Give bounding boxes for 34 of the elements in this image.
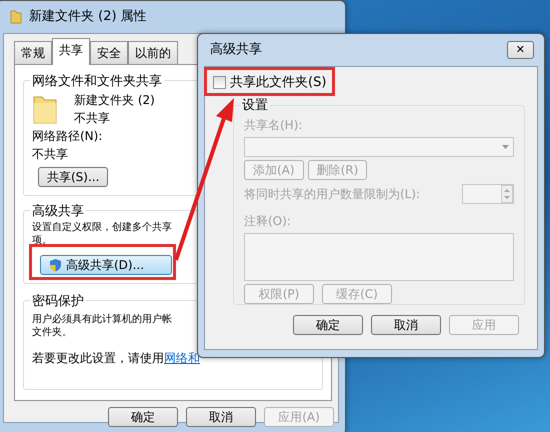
dialog-button[interactable]: 取消 [186, 407, 256, 427]
field-label: 将同时共享的用户数量限制为(L): [244, 186, 420, 202]
description-text: 设置自定义权限，创建多个共享 [32, 221, 172, 234]
field-label: 共享名(H): [244, 116, 302, 134]
window-title: 新建文件夹 (2) 属性 [29, 8, 147, 26]
comment-field[interactable] [244, 232, 514, 280]
status-text: 不共享 [74, 110, 111, 127]
description-text: 用户必须具有此计算机的用户帐 [32, 313, 172, 326]
dialog-button[interactable]: 确定 [108, 407, 178, 427]
tab[interactable]: 安全 [90, 41, 128, 64]
field-label: 注释(O): [244, 212, 291, 230]
advanced-sharing-button[interactable]: 高级共享(D)... [40, 255, 172, 275]
description-text: 项。 [32, 234, 52, 247]
dialog-title: 高级共享 [210, 41, 262, 60]
user-limit-spinner[interactable] [462, 184, 514, 204]
tab[interactable]: 共享 [52, 38, 90, 65]
share-button[interactable]: 共享(S)... [38, 167, 108, 187]
tab[interactable]: 常规 [14, 41, 52, 64]
path-value: 不共享 [32, 146, 68, 163]
instruction-text: 若要更改此设置，请使用 [32, 351, 164, 365]
checkbox[interactable] [213, 76, 226, 90]
dialog-button[interactable]: 确定 [293, 314, 363, 334]
dropdown-arrow-icon [502, 144, 509, 148]
field-label: 网络路径(N): [32, 128, 102, 145]
description-text: 文件夹。 [32, 326, 72, 339]
tab[interactable]: 以前的 [128, 41, 178, 64]
folder-icon [9, 9, 23, 25]
close-button[interactable]: ✕ [506, 41, 534, 59]
dialog-button[interactable]: 取消 [371, 314, 441, 334]
spinner-arrows-icon [501, 184, 513, 202]
folder-name: 新建文件夹 (2) [74, 92, 155, 109]
share-name-dropdown[interactable] [244, 136, 514, 156]
shield-icon [49, 258, 62, 272]
checkbox-label: 共享此文件夹(S) [230, 74, 326, 92]
